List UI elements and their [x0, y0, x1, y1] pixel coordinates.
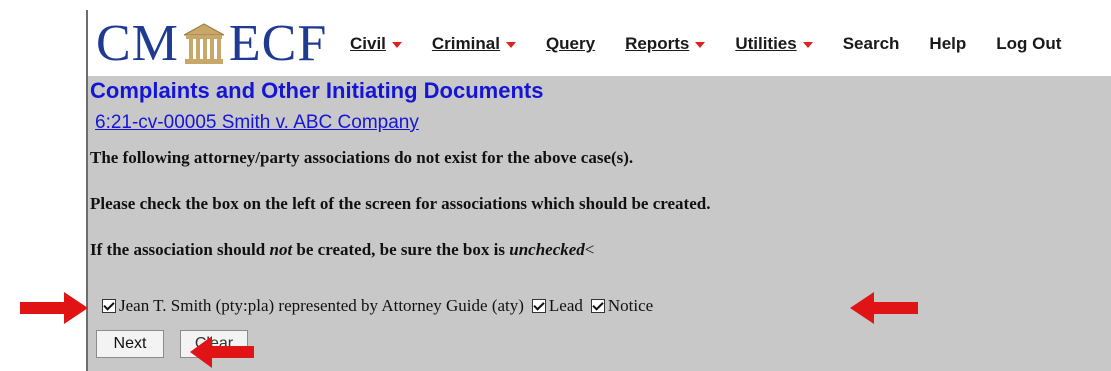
- lead-checkbox[interactable]: [531, 299, 546, 313]
- courthouse-icon: [183, 23, 225, 64]
- lead-label: Lead: [548, 296, 583, 315]
- arrow-right-icon: [20, 292, 88, 324]
- screenshot-frame: CM ECF Civil Criminal Query Reports Util…: [0, 0, 1111, 371]
- dropdown-caret-icon: [391, 42, 402, 48]
- association-text: Jean T. Smith (pty:pla) represented by A…: [119, 296, 524, 315]
- menu-utilities[interactable]: Utilities: [735, 34, 813, 54]
- dropdown-caret-icon: [505, 42, 516, 48]
- header-bar: CM ECF Civil Criminal Query Reports Util…: [88, 10, 1111, 76]
- logo-text-ecf: ECF: [228, 15, 328, 72]
- menu-criminal-label: Criminal: [431, 34, 500, 53]
- message-uncheck: If the association should not be created…: [90, 240, 594, 260]
- association-row: Jean T. Smith (pty:pla) represented by A…: [102, 296, 653, 316]
- message-no-associations: The following attorney/party association…: [90, 148, 634, 167]
- menu-query-label: Query: [545, 34, 596, 53]
- msg3-part-b: not: [269, 240, 293, 259]
- page-title: Complaints and Other Initiating Document…: [90, 78, 544, 103]
- menu-utilities-label: Utilities: [735, 34, 797, 53]
- menu-civil-label: Civil: [350, 34, 386, 53]
- menu-reports[interactable]: Reports: [625, 34, 706, 54]
- case-link[interactable]: 6:21-cv-00005 Smith v. ABC Company: [95, 112, 419, 134]
- logo-text-cm: CM: [96, 15, 179, 72]
- msg3-part-a: If the association should: [90, 240, 270, 259]
- next-button[interactable]: Next: [96, 330, 164, 358]
- menu-help-label: Help: [929, 34, 967, 53]
- menu-help[interactable]: Help: [929, 34, 966, 54]
- menu-logout[interactable]: Log Out: [996, 34, 1061, 54]
- main-menu: Civil Criminal Query Reports Utilities S…: [350, 34, 1091, 54]
- notice-checkbox[interactable]: [590, 299, 605, 313]
- msg3-part-d: unchecked: [509, 240, 585, 259]
- menu-logout-label: Log Out: [996, 34, 1062, 53]
- dropdown-caret-icon: [695, 42, 706, 48]
- cmecf-window: CM ECF Civil Criminal Query Reports Util…: [86, 10, 1111, 371]
- menu-civil[interactable]: Civil: [350, 34, 402, 54]
- arrow-left-icon: [850, 292, 918, 324]
- menu-reports-label: Reports: [625, 34, 690, 53]
- msg3-part-e: <: [584, 240, 595, 259]
- msg3-part-c: be created, be sure the box is: [292, 240, 510, 259]
- menu-query[interactable]: Query: [546, 34, 595, 54]
- dropdown-caret-icon: [802, 42, 813, 48]
- cmecf-logo[interactable]: CM ECF: [96, 16, 327, 72]
- message-check-box: Please check the box on the left of the …: [90, 194, 711, 213]
- menu-search[interactable]: Search: [843, 34, 900, 54]
- menu-criminal[interactable]: Criminal: [432, 34, 516, 54]
- arrow-left-icon: [190, 336, 254, 368]
- notice-label: Notice: [607, 296, 654, 315]
- menu-search-label: Search: [842, 34, 900, 53]
- association-checkbox[interactable]: [102, 299, 116, 313]
